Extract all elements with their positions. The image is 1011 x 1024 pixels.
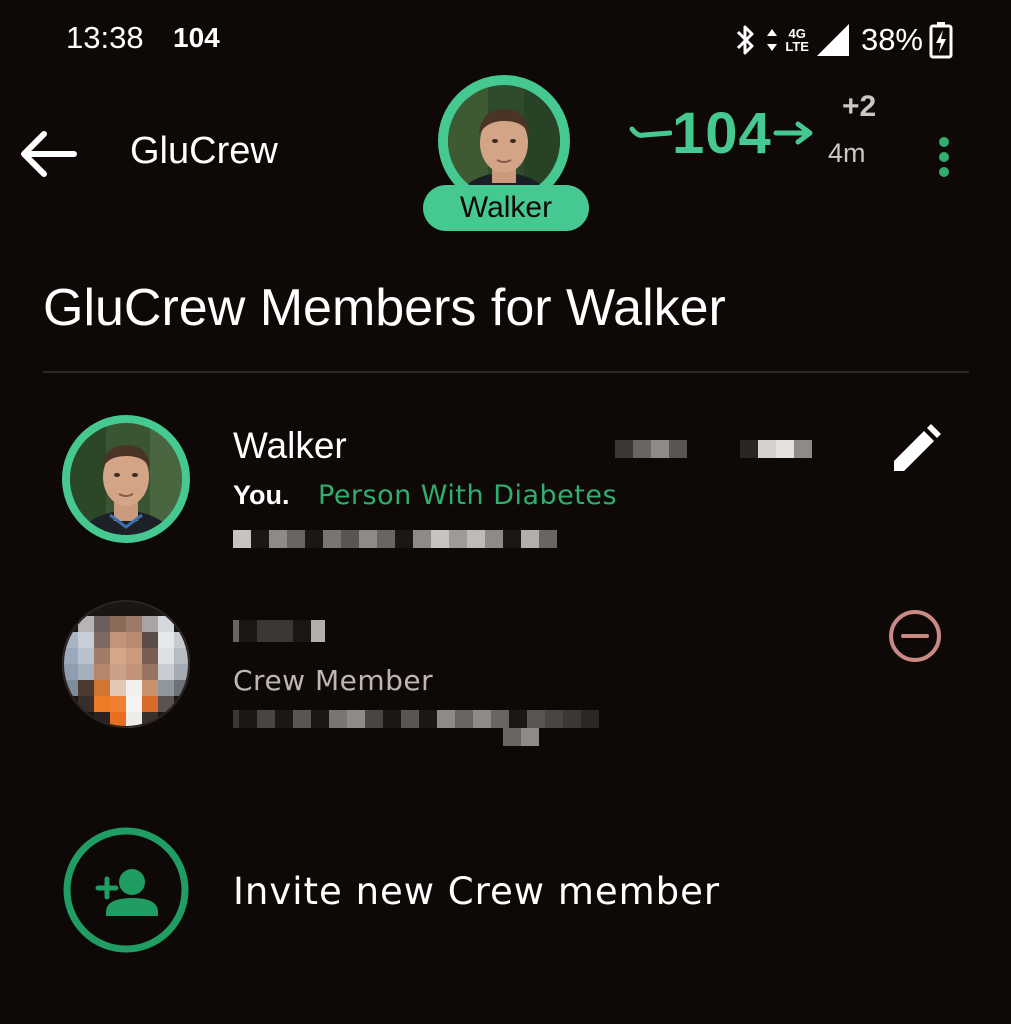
bluetooth-icon bbox=[737, 25, 754, 55]
status-glucose: 104 bbox=[173, 22, 220, 53]
invite-crew-member-link[interactable]: Invite new Crew member bbox=[233, 870, 720, 913]
avatar bbox=[70, 423, 182, 535]
remove-circle-icon[interactable] bbox=[886, 607, 944, 665]
more-vert-icon[interactable] bbox=[930, 135, 958, 179]
redacted-text bbox=[740, 440, 812, 458]
list-item[interactable]: Walker You. Person With Diabetes bbox=[0, 400, 1011, 570]
member-avatar bbox=[62, 415, 190, 543]
trend-tail-icon bbox=[629, 126, 672, 138]
battery-percent: 38% bbox=[860, 22, 923, 57]
glucose-delta: +2 bbox=[842, 90, 877, 123]
you-label: You. bbox=[233, 480, 290, 510]
status-bar: 13:38 104 4G LTE 38% bbox=[0, 0, 1011, 78]
member-name: Walker bbox=[233, 425, 347, 466]
redacted-text bbox=[233, 710, 599, 728]
avatar bbox=[448, 85, 560, 197]
redacted-text bbox=[615, 440, 687, 458]
redacted-name bbox=[233, 620, 325, 642]
profile-name-chip[interactable]: Walker bbox=[423, 185, 589, 231]
status-time: 13:38 bbox=[66, 20, 144, 55]
edit-pencil-icon[interactable] bbox=[886, 423, 944, 475]
redacted-text bbox=[503, 728, 539, 746]
signal-icon bbox=[816, 24, 849, 56]
battery-charging-icon bbox=[929, 22, 953, 59]
data-arrows-icon bbox=[767, 29, 778, 51]
back-arrow-icon[interactable] bbox=[16, 128, 78, 180]
redacted-text bbox=[233, 530, 557, 548]
list-item[interactable]: Crew Member bbox=[0, 590, 1011, 760]
trend-arrow-right-icon bbox=[773, 121, 813, 145]
member-role: Crew Member bbox=[233, 664, 434, 697]
app-title: GluCrew bbox=[130, 130, 278, 172]
member-avatar bbox=[62, 600, 190, 728]
add-person-icon[interactable] bbox=[62, 826, 190, 954]
glucose-reading: 104 bbox=[628, 98, 816, 168]
page-title: GluCrew Members for Walker bbox=[43, 279, 726, 337]
member-role: Person With Diabetes bbox=[318, 480, 618, 511]
screen: 13:38 104 4G LTE 38% GluCrew Walker 104 … bbox=[0, 0, 1011, 1024]
status-icons: 4G LTE 38% bbox=[733, 18, 953, 62]
reading-age: 4m bbox=[828, 138, 866, 168]
network-type: 4G LTE bbox=[785, 26, 809, 54]
glucose-value: 104 bbox=[672, 100, 772, 166]
divider bbox=[43, 371, 969, 373]
